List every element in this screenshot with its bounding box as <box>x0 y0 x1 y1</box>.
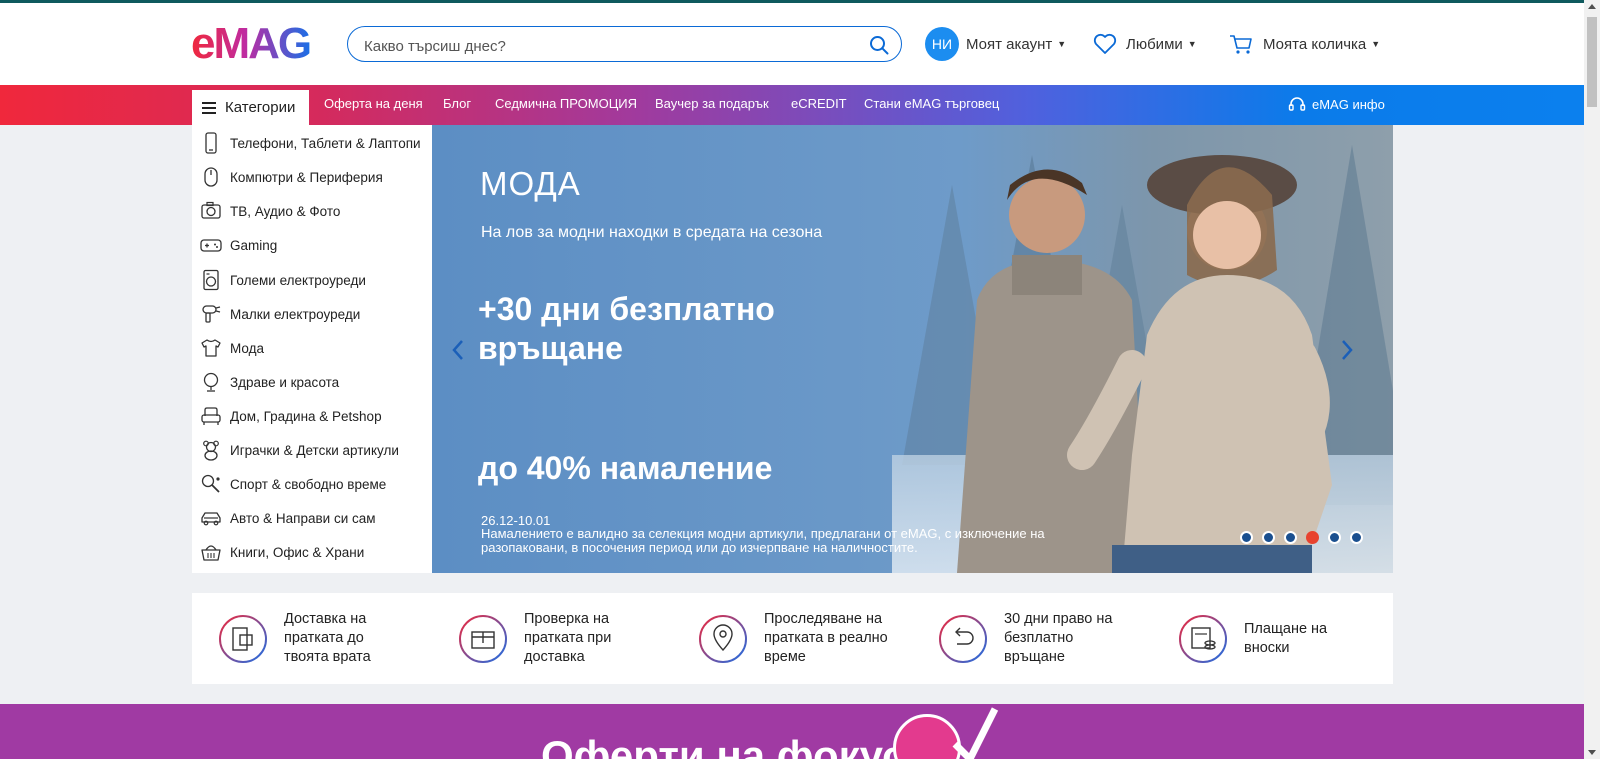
benefit-installments[interactable]: Плащане на вноски <box>1178 593 1344 684</box>
chevron-down-icon: ▼ <box>1057 39 1067 49</box>
category-item-tv-audio[interactable]: ТВ, Аудио & Фото <box>192 194 432 228</box>
heart-icon <box>1093 33 1117 54</box>
chevron-right-icon[interactable] <box>1335 335 1359 365</box>
emag-info-label: eMAG инфо <box>1312 96 1385 112</box>
chevron-down-icon: ▼ <box>1371 39 1381 49</box>
category-item-small-appliances[interactable]: Малки електроуреди <box>192 297 432 331</box>
benefits-strip: Доставка на пратката до твоята врата Про… <box>192 593 1393 684</box>
checkmark-icon <box>952 707 999 759</box>
benefit-label: Плащане на вноски <box>1244 620 1328 656</box>
search-icon[interactable] <box>869 35 889 55</box>
tshirt-icon <box>201 339 221 357</box>
return-arrow-icon <box>939 614 987 663</box>
benefit-label: Проследяване на пратката в реално време <box>764 611 888 665</box>
categories-button[interactable]: Категории <box>192 90 309 125</box>
banner-headline-discount: до 40% намаление <box>478 450 773 486</box>
account-label: Моят акаунт <box>966 35 1053 53</box>
hero-banner[interactable]: МОДА На лов за модни находки в средата н… <box>432 125 1393 573</box>
camera-icon <box>201 201 221 219</box>
benefit-package-check[interactable]: Проверка на пратката при доставка <box>458 593 634 684</box>
category-item-auto-diy[interactable]: Авто & Направи си сам <box>192 501 432 535</box>
racket-icon <box>201 474 220 493</box>
chevron-down-icon: ▼ <box>1187 39 1197 49</box>
carousel-dot[interactable] <box>1350 531 1363 544</box>
carousel-dots <box>1240 531 1372 544</box>
car-icon <box>201 512 221 526</box>
carousel-dot-active[interactable] <box>1306 531 1319 544</box>
benefit-label: Проверка на пратката при доставка <box>524 611 612 665</box>
door-delivery-icon <box>219 614 267 663</box>
gamepad-icon <box>200 239 222 252</box>
favorites-menu[interactable]: Любими ▼ <box>1093 26 1197 62</box>
search-box[interactable] <box>347 26 902 62</box>
avatar: НИ <box>925 27 959 61</box>
nav-link-blog[interactable]: Блог <box>443 96 471 111</box>
focus-offers-banner[interactable]: Оферти на фокус <box>0 704 1584 759</box>
phone-icon <box>205 132 217 154</box>
mirror-icon <box>203 372 219 392</box>
search-input[interactable] <box>362 34 856 58</box>
cart-icon <box>1230 35 1252 54</box>
category-item-computers[interactable]: Компютри & Периферия <box>192 160 432 194</box>
category-item-books-office[interactable]: Книги, Офис & Храни <box>192 535 432 569</box>
carousel-dot[interactable] <box>1262 531 1275 544</box>
main-navbar: Категории Оферта на деня Блог Седмична П… <box>0 85 1584 125</box>
page-scrollbar[interactable] <box>1584 0 1600 759</box>
map-pin-icon <box>699 614 747 663</box>
focus-offers-title: Оферти на фокус <box>541 732 906 759</box>
headset-icon <box>1288 97 1306 111</box>
category-item-sport[interactable]: Спорт & свободно време <box>192 467 432 501</box>
banner-headline-returns: +30 дни безплатно връщане <box>478 291 775 366</box>
category-item-gaming[interactable]: Gaming <box>192 228 432 262</box>
scroll-down-arrow[interactable] <box>1588 750 1596 755</box>
category-item-phones[interactable]: Телефони, Таблети & Лаптопи <box>192 126 432 160</box>
scrollbar-thumb[interactable] <box>1587 17 1597 107</box>
benefit-tracking[interactable]: Проследяване на пратката в реално време <box>698 593 904 684</box>
category-item-fashion[interactable]: Мода <box>192 331 432 365</box>
cart-menu[interactable]: Моята количка ▼ <box>1229 26 1380 62</box>
nav-link-become-seller[interactable]: Стани eMAG търговец <box>864 96 999 111</box>
scroll-up-arrow[interactable] <box>1588 4 1596 9</box>
nav-link-weekly-promo[interactable]: Седмична ПРОМОЦИЯ <box>495 96 637 111</box>
nav-link-gift-voucher[interactable]: Ваучер за подарък <box>655 96 769 111</box>
basket-icon <box>201 545 221 561</box>
nav-link-ecredit[interactable]: eCREDIT <box>791 96 847 111</box>
banner-title: МОДА <box>480 165 581 202</box>
mouse-icon <box>204 167 218 187</box>
benefit-door-delivery[interactable]: Доставка на пратката до твоята врата <box>218 593 404 684</box>
hair-dryer-icon <box>202 305 221 323</box>
category-item-health-beauty[interactable]: Здраве и красота <box>192 365 432 399</box>
account-menu[interactable]: НИ Моят акаунт ▼ <box>925 26 1066 62</box>
armchair-icon <box>201 407 221 425</box>
categories-label: Категории <box>225 99 296 116</box>
category-item-toys-kids[interactable]: Играчки & Детски артикули <box>192 433 432 467</box>
site-header: eMAG НИ Моят акаунт ▼ Любими ▼ Моята кол… <box>0 3 1584 85</box>
chevron-left-icon[interactable] <box>446 335 470 365</box>
cart-label: Моята количка <box>1263 35 1367 53</box>
category-item-large-appliances[interactable]: Големи електроуреди <box>192 263 432 297</box>
carousel-dot[interactable] <box>1284 531 1297 544</box>
nav-link-deal-of-day[interactable]: Оферта на деня <box>324 96 423 111</box>
carousel-dot[interactable] <box>1328 531 1341 544</box>
benefit-label: 30 дни право на безплатно връщане <box>1004 611 1113 665</box>
category-item-home-garden[interactable]: Дом, Градина & Petshop <box>192 399 432 433</box>
washing-machine-icon <box>203 269 219 291</box>
carousel-dot[interactable] <box>1240 531 1253 544</box>
category-menu: Телефони, Таблети & Лаптопи Компютри & П… <box>192 125 432 573</box>
hamburger-icon <box>202 101 216 114</box>
emag-logo[interactable]: eMAG <box>191 24 331 64</box>
favorites-label: Любими <box>1126 35 1183 53</box>
banner-disclaimer: Намалението е валидно за селекция модни … <box>481 526 1045 555</box>
installments-icon <box>1179 614 1227 663</box>
banner-subtitle: На лов за модни находки в средата на сез… <box>481 224 823 241</box>
teddy-bear-icon <box>203 440 219 461</box>
benefit-free-return[interactable]: 30 дни право на безплатно връщане <box>938 593 1129 684</box>
benefit-label: Доставка на пратката до твоята врата <box>284 611 371 665</box>
svg-text:eMAG: eMAG <box>191 24 310 64</box>
open-box-icon <box>459 614 507 663</box>
emag-info-link[interactable]: eMAG инфо <box>1288 95 1385 113</box>
